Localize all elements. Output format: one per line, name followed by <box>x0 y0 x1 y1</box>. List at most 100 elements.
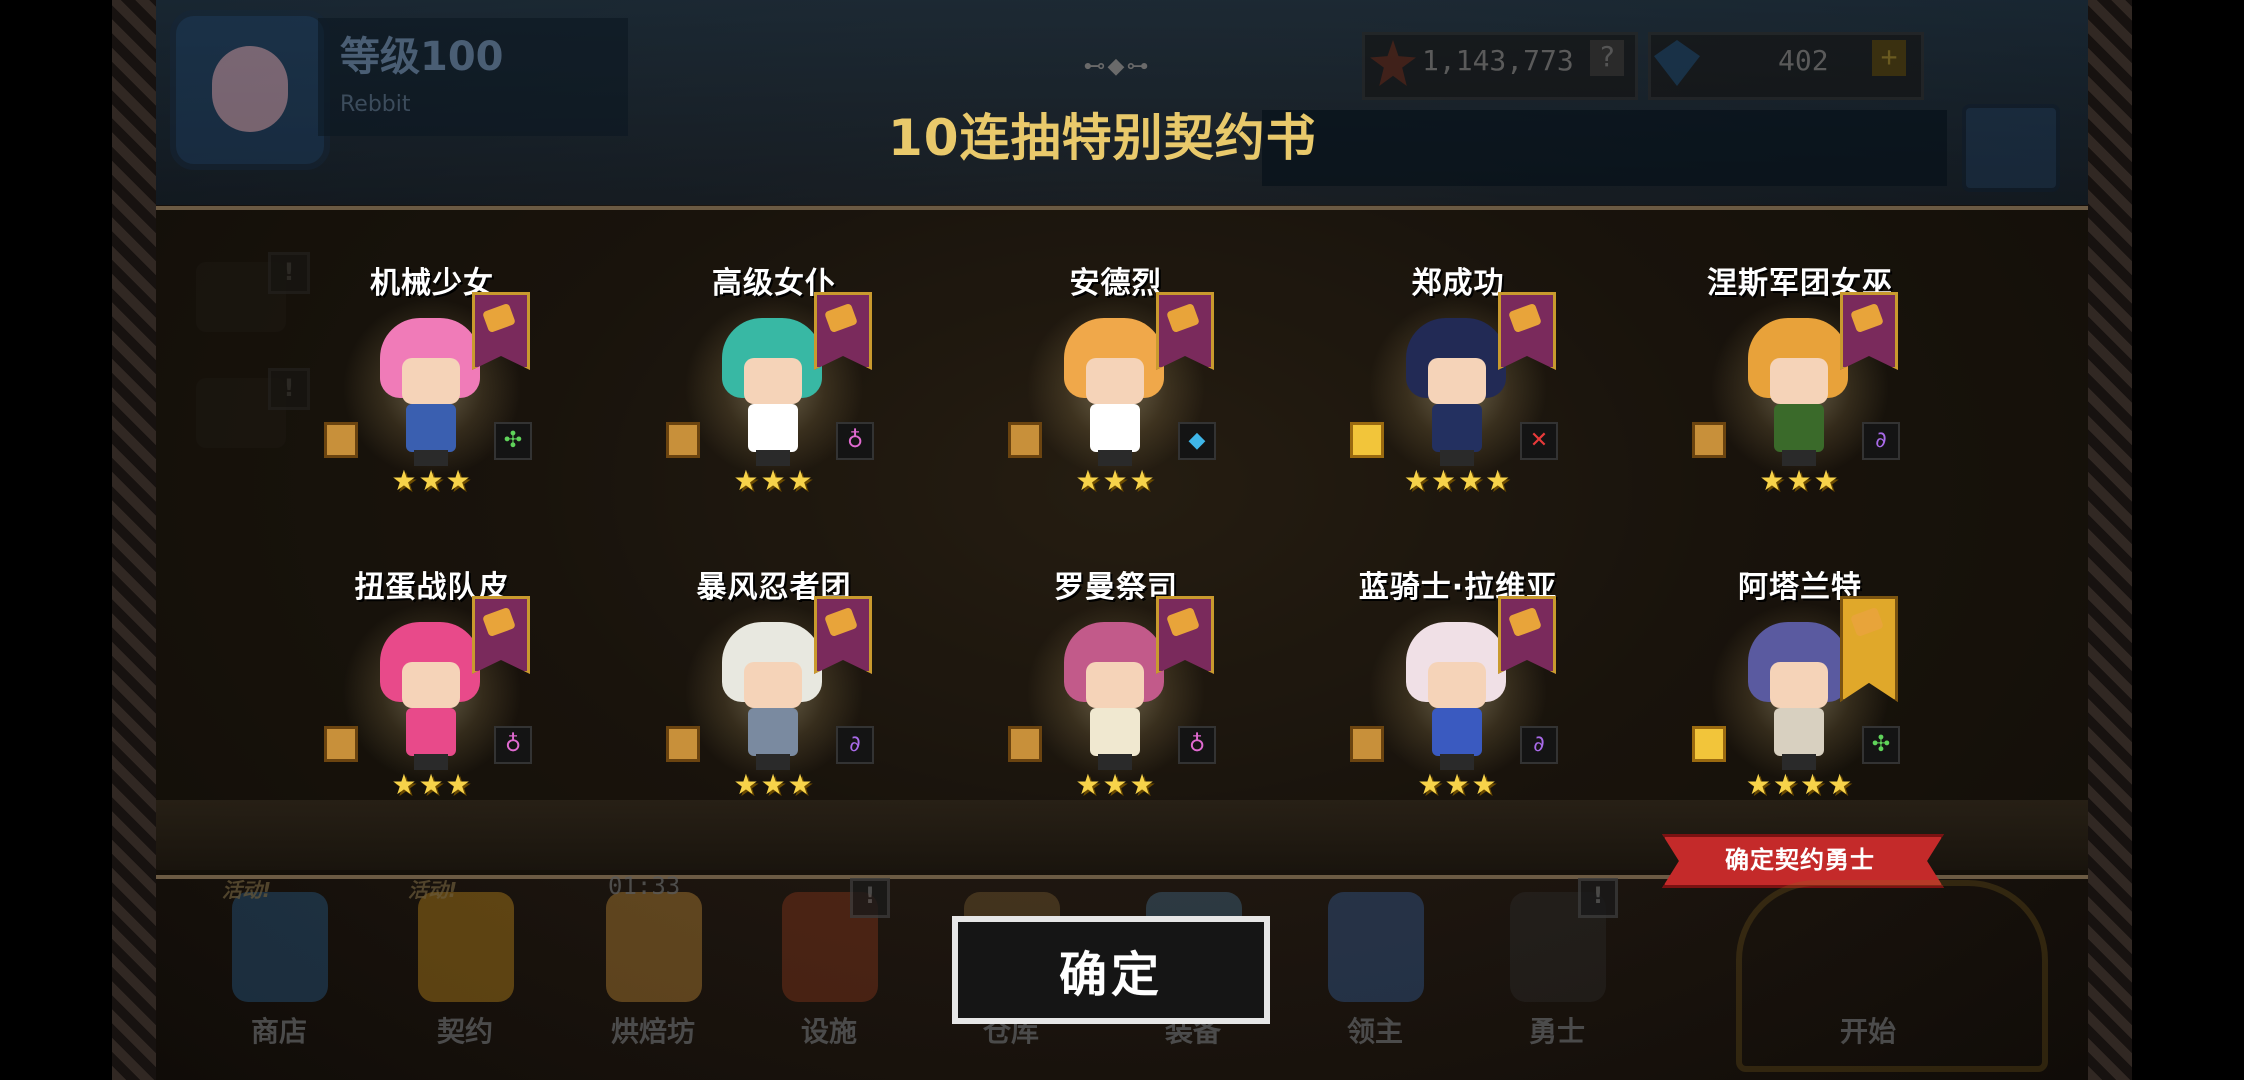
hero-face <box>1086 662 1144 708</box>
title-ornament: ⊷◆⊶ <box>1083 54 1151 79</box>
contract-scroll-icon <box>1346 418 1384 458</box>
game-screen: 等级100 Rebbit 1,143,773 ? 402 + ! ! ⊷◆⊶ 1… <box>0 0 2244 1080</box>
hero-star-rating: ★★★★ <box>1403 464 1513 497</box>
hero-body <box>748 708 798 756</box>
nav-item[interactable]: 01:33 烘焙坊 <box>588 872 718 1070</box>
hero-card[interactable]: 阿塔兰特 ✣ ★★★★ <box>1692 562 1900 842</box>
banner-emblem-icon <box>482 302 516 334</box>
gold-help-button[interactable]: ? <box>1590 40 1624 76</box>
hero-face <box>1428 358 1486 404</box>
class-icon: ✣ <box>1862 726 1900 764</box>
contract-scroll-icon <box>1004 418 1042 458</box>
hero-body <box>1432 404 1482 452</box>
nav-label: 烘焙坊 <box>610 1015 695 1048</box>
hero-face <box>744 358 802 404</box>
class-icon: ✕ <box>1520 422 1558 460</box>
nav-item[interactable]: 活动! 契约 <box>400 878 530 1070</box>
hero-body <box>1432 708 1482 756</box>
banner-emblem-icon <box>482 606 516 638</box>
hero-card[interactable]: 扭蛋战队皮 ♁ ★★★ <box>324 562 532 842</box>
contract-scroll-icon <box>662 722 700 762</box>
class-icon: ♁ <box>836 422 874 460</box>
hero-sprite <box>380 318 480 468</box>
nav-alert-badge: ! <box>850 878 890 918</box>
hero-sprite <box>1406 318 1506 468</box>
nav-item[interactable]: ! 勇士 <box>1492 878 1622 1070</box>
confirm-button-label: 确定 <box>1058 947 1163 1003</box>
nav-label: 设施 <box>800 1015 857 1048</box>
hero-star-rating: ★★★ <box>733 768 815 801</box>
hero-body <box>1090 404 1140 452</box>
class-icon: ♁ <box>1178 726 1216 764</box>
nav-label: 领主 <box>1346 1015 1403 1048</box>
start-label[interactable]: 开始 <box>1778 1010 1958 1050</box>
contract-scroll-icon <box>662 418 700 458</box>
hero-name: 涅斯军团女巫 <box>1707 266 1893 301</box>
banner-emblem-icon <box>1850 302 1884 334</box>
nav-icon <box>232 892 328 1002</box>
nav-icon <box>1328 892 1424 1002</box>
hero-card[interactable]: 高级女仆 ♁ ★★★ <box>666 258 874 538</box>
confirmed-hero-ribbon-text: 确定契约勇士 <box>1725 846 1875 874</box>
class-icon: ♁ <box>494 726 532 764</box>
chat-strip <box>1262 110 1947 186</box>
hero-name: 暴风忍者团 <box>696 570 852 605</box>
hero-card[interactable]: 蓝骑士·拉维亚 ∂ ★★★ <box>1350 562 1558 842</box>
nav-label: 勇士 <box>1528 1015 1585 1048</box>
nav-item[interactable]: ! 设施 <box>764 878 894 1070</box>
result-title: 10连抽特别契约书 <box>888 109 1317 167</box>
hero-sprite <box>1748 622 1848 772</box>
hero-star-rating: ★★★ <box>1075 464 1157 497</box>
confirm-button[interactable]: 确定 <box>952 916 1270 1024</box>
hero-face <box>1770 662 1828 708</box>
hero-star-rating: ★★★ <box>391 768 473 801</box>
hero-sprite <box>1406 622 1506 772</box>
gold-amount: 1,143,773 <box>1422 44 1574 77</box>
player-level: 等级100 <box>340 34 504 80</box>
banner-emblem-icon <box>824 302 858 334</box>
nav-item[interactable]: 领主 <box>1310 880 1440 1070</box>
banner-emblem-icon <box>1850 606 1884 638</box>
hero-star-rating: ★★★ <box>1075 768 1157 801</box>
hero-star-rating: ★★★ <box>733 464 815 497</box>
nav-alert-badge: ! <box>1578 878 1618 918</box>
hero-card[interactable]: 涅斯军团女巫 ∂ ★★★ <box>1692 258 1900 538</box>
hero-sprite <box>1064 318 1164 468</box>
contract-scroll-icon <box>320 418 358 458</box>
hero-sprite <box>1064 622 1164 772</box>
banner-emblem-icon <box>824 606 858 638</box>
hero-name: 安德烈 <box>1069 266 1163 301</box>
hero-sprite <box>1748 318 1848 468</box>
gem-amount: 402 <box>1778 44 1829 77</box>
contract-scroll-icon <box>1688 418 1726 458</box>
hero-name: 罗曼祭司 <box>1054 570 1178 605</box>
hero-card[interactable]: 暴风忍者团 ∂ ★★★ <box>666 562 874 842</box>
nav-item[interactable]: 活动! 商店 <box>214 878 344 1070</box>
hero-name: 阿塔兰特 <box>1738 570 1862 605</box>
chat-bubble-icon[interactable] <box>1962 104 2060 192</box>
nav-timer: 01:33 <box>608 872 681 900</box>
left-border-frame <box>112 0 156 1080</box>
hero-body <box>1090 708 1140 756</box>
hero-card[interactable]: 罗曼祭司 ♁ ★★★ <box>1008 562 1216 842</box>
class-icon: ∂ <box>836 726 874 764</box>
hero-card[interactable]: 安德烈 ◆ ★★★ <box>1008 258 1216 538</box>
contract-scroll-icon <box>320 722 358 762</box>
hero-face <box>402 358 460 404</box>
contract-scroll-icon <box>1004 722 1042 762</box>
hero-card[interactable]: 郑成功 ✕ ★★★★ <box>1350 258 1558 538</box>
hero-face <box>402 662 460 708</box>
right-border-frame <box>2088 0 2132 1080</box>
hero-sprite <box>380 622 480 772</box>
class-icon: ∂ <box>1520 726 1558 764</box>
banner-emblem-icon <box>1508 302 1542 334</box>
hero-name: 高级女仆 <box>712 266 836 301</box>
contract-scroll-icon <box>1688 722 1726 762</box>
nav-label: 契约 <box>436 1015 493 1048</box>
add-gem-button[interactable]: + <box>1872 40 1906 76</box>
hero-face <box>1428 662 1486 708</box>
class-icon: ✣ <box>494 422 532 460</box>
nav-label: 商店 <box>250 1015 307 1048</box>
hero-card[interactable]: 机械少女 ✣ ★★★ <box>324 258 532 538</box>
class-icon: ◆ <box>1178 422 1216 460</box>
